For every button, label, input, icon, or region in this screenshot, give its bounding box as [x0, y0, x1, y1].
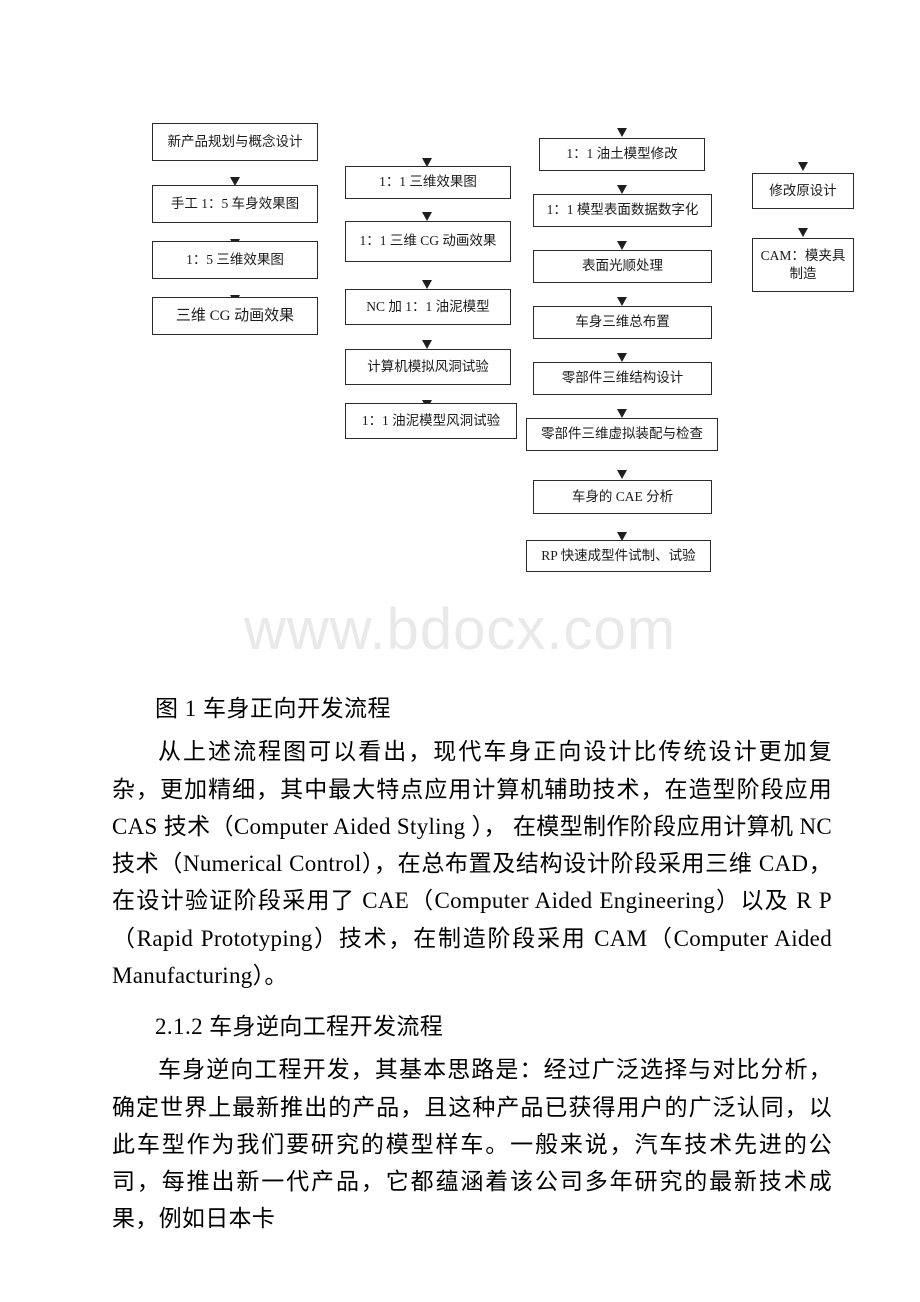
- flow-node-surface-smoothing: 表面光顺处理: [533, 250, 712, 283]
- flow-node-nc-1-1-clay-model: NC 加 1：1 油泥模型: [345, 289, 511, 325]
- connector-col2-to-col3-drop: [0, 640, 2, 658]
- arrowhead-n11-n12: [617, 241, 627, 250]
- flow-node-part-3d-virtual-assembly-inspection: 零部件三维虚拟装配与检查: [526, 418, 718, 451]
- flow-node-body-3d-general-layout: 车身三维总布置: [533, 306, 712, 339]
- section-heading-2-1-2: 2.1.2 车身逆向工程开发流程: [155, 1014, 444, 1039]
- connector-n1-n2: [0, 0, 2, 19]
- flow-node-new-product-planning: 新产品规划与概念设计: [152, 123, 318, 161]
- arrowhead-n10-n11: [617, 185, 627, 194]
- arrowhead-n14-n15: [617, 409, 627, 418]
- paragraph-reverse-engineering-intro: 车身逆向工程开发，其基本思路是：经过广泛选择与对比分析，确定世界上最新推出的产品…: [112, 1057, 832, 1232]
- flow-node-1-1-clay-model-wind-tunnel-test: 1：1 油泥模型风洞试验: [345, 403, 517, 439]
- connector-n7-n8: [0, 292, 2, 310]
- connector-col1-to-col2-h1: [0, 57, 26, 59]
- arrowhead-n18-n19: [798, 228, 808, 237]
- flow-node-manual-1-5-body-rendering: 手工 1：5 车身效果图: [152, 185, 318, 223]
- flow-node-part-3d-structural-design: 零部件三维结构设计: [533, 362, 712, 395]
- connector-col1-to-col2-drop: [0, 235, 2, 255]
- paragraph-forward-design-summary: 从上述流程图可以看出，现代车身正向设计比传统设计更加复杂，更加精细，其中最大特点…: [112, 739, 832, 988]
- connector-col1-to-col2-v: [0, 59, 2, 234]
- arrowhead-n13-n14: [617, 353, 627, 362]
- flow-node-1-5-3d-rendering: 1：5 三维效果图: [152, 241, 318, 279]
- connector-col2-to-col3-v: [0, 330, 2, 639]
- arrowhead-n12-n13: [617, 297, 627, 306]
- flow-node-rp-rapid-prototype-trial: RP 快速成型件试制、试验: [526, 540, 711, 572]
- document-body: 图 1 车身正向开发流程 从上述流程图可以看出，现代车身正向设计比传统设计更加复…: [0, 690, 920, 1240]
- flow-node-1-1-model-surface-digitization: 1：1 模型表面数据数字化: [533, 194, 712, 227]
- flow-node-body-cae-analysis: 车身的 CAE 分析: [533, 480, 712, 514]
- arrowhead-col3-to-col4: [798, 162, 808, 171]
- connector-col1-to-col2-h2: [0, 234, 84, 236]
- connector-n10-n11: [0, 658, 2, 675]
- body-forward-development-flowchart: 新产品规划与概念设计 手工 1：5 车身效果图 1：5 三维效果图 三维 CG …: [0, 0, 920, 600]
- flow-node-3d-cg-animation: 三维 CG 动画效果: [152, 297, 318, 335]
- site-watermark: www.bdocx.com: [243, 597, 677, 662]
- connector-n6-n7: [0, 271, 2, 292]
- flow-node-revise-original-design: 修改原设计: [752, 173, 854, 209]
- flow-node-cam-die-fixture-manufacturing: CAM：模夹具 制造: [752, 238, 854, 292]
- arrowhead-n15-n16: [617, 470, 627, 479]
- connector-n8-n9: [0, 310, 2, 328]
- flow-node-1-1-3d-cg-animation: 1：1 三维 CG 动画效果: [345, 221, 511, 262]
- flow-node-computer-wind-tunnel-simulation: 计算机模拟风洞试验: [345, 349, 511, 385]
- figure-caption: 图 1 车身正向开发流程: [155, 696, 391, 721]
- connector-n3-n4: [0, 38, 2, 57]
- arrowhead-n7-n8: [422, 340, 432, 349]
- arrowhead-col2-to-col3: [617, 128, 627, 137]
- connector-n5-n6: [0, 255, 2, 271]
- arrowhead-n6-n7: [422, 280, 432, 289]
- arrowhead-n5-n6: [422, 212, 432, 221]
- flow-node-1-1-3d-rendering: 1：1 三维效果图: [345, 166, 511, 199]
- flow-node-1-1-clay-model-revision: 1：1 油土模型修改: [539, 138, 705, 171]
- connector-col2-to-col3-h2: [0, 639, 80, 641]
- connector-col2-to-col3-h1: [0, 328, 26, 330]
- connector-n2-n3: [0, 19, 2, 38]
